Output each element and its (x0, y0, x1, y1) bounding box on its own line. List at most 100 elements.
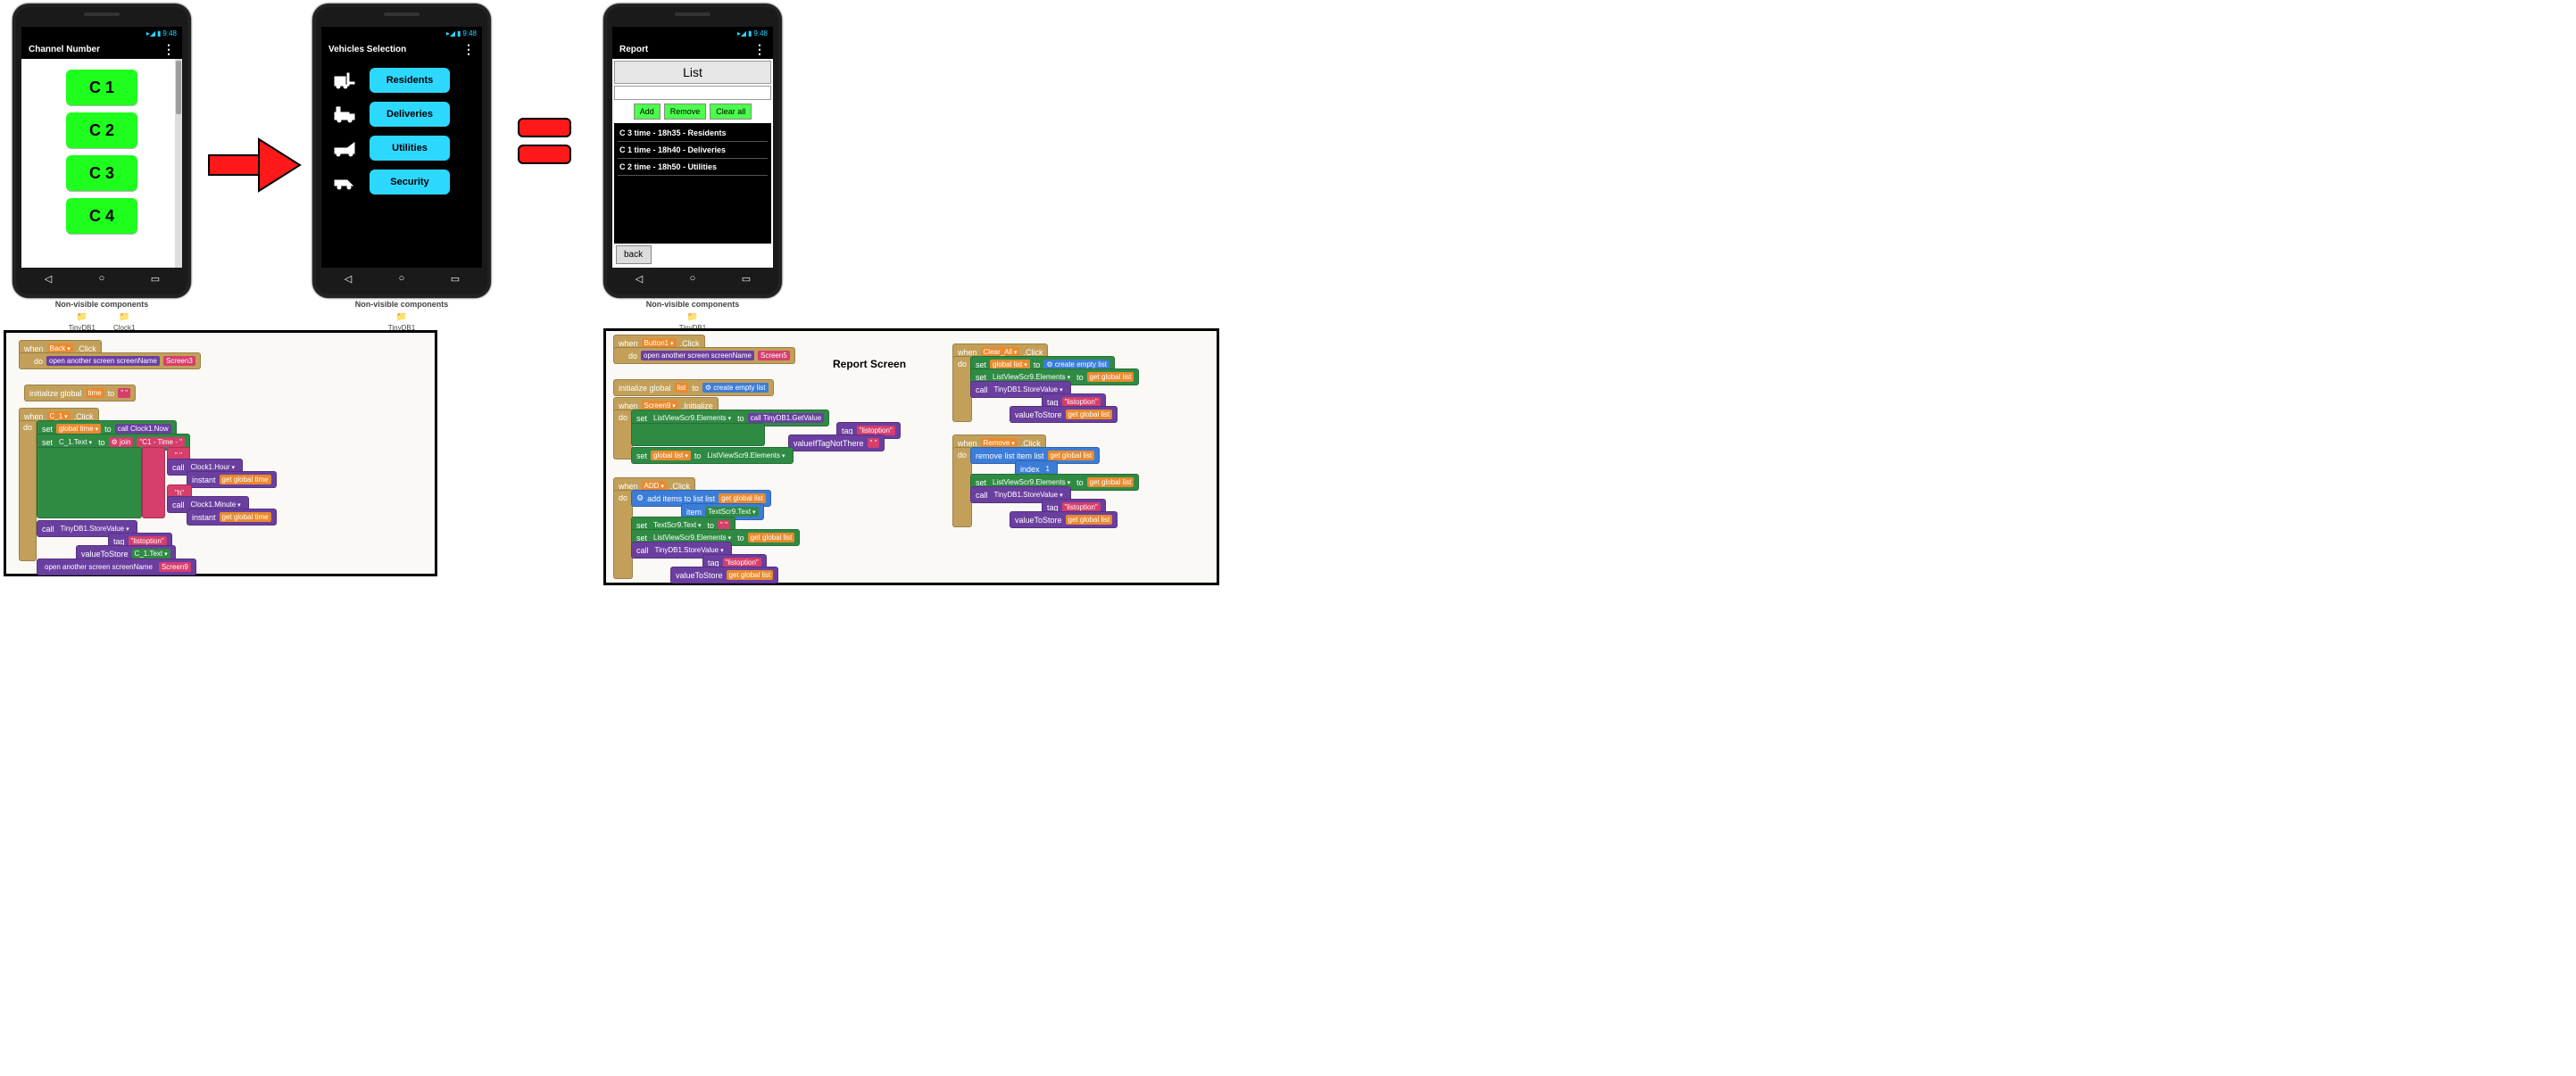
blk-vts3[interactable]: valueToStore get global list (1010, 406, 1118, 423)
kw-vts: valueToStore (81, 550, 129, 559)
kw-to: to (1076, 373, 1084, 382)
blk-do-open5[interactable]: do open another screen screenName Screen… (613, 347, 795, 364)
blk-do-openscreen[interactable]: do open another screen screenName Screen… (19, 352, 201, 369)
blk-vint[interactable]: valueIfTagNotThere " " (788, 435, 885, 451)
pill-openscreen: open another screen screenName (46, 356, 160, 366)
pill-txtscr[interactable]: TextScr9.Text (705, 507, 759, 517)
channel-btn-c4[interactable]: C 4 (66, 198, 137, 234)
blk-init-global-list[interactable]: initialize global list to ⚙ create empty… (613, 379, 774, 396)
pill-lvelems[interactable]: ListViewScr9.Elements (704, 451, 787, 460)
kw-click: .Click (670, 482, 690, 491)
kw-set: set (636, 534, 647, 542)
blk-set-gl-lvelems[interactable]: set global list to ListViewScr9.Elements (631, 447, 794, 464)
blk-instant1[interactable]: instant get global time (187, 471, 277, 488)
kw-set: set (976, 373, 986, 382)
nav-back-icon[interactable] (630, 273, 648, 285)
list-item[interactable]: C 2 time - 18h50 - Utilities (618, 159, 768, 176)
btn-add[interactable]: Add (634, 103, 661, 120)
kw-when: when (619, 401, 638, 410)
kw-init-evt: .Initialize (682, 401, 713, 410)
blk-open-screen9[interactable]: open another screen screenName Screen9 (37, 559, 196, 575)
pill-screen5: Screen5 (758, 351, 790, 360)
red-pill-1 (518, 118, 571, 137)
kw-call: call (172, 463, 185, 472)
blk-do-remove[interactable]: do (952, 447, 972, 527)
pill-c1text[interactable]: C_1.Text (56, 437, 95, 447)
btn-remove[interactable]: Remove (664, 103, 707, 120)
kw-click: .Click (77, 344, 96, 353)
kw-do: do (958, 360, 967, 368)
kw-tag: tag (1047, 398, 1059, 407)
btn-clear[interactable]: Clear all (710, 103, 752, 120)
kw-to: to (694, 451, 702, 460)
phone-speaker (384, 12, 420, 16)
blk-init-global-time[interactable]: initialize global time to " " (24, 385, 136, 401)
kw-set: set (976, 478, 986, 487)
nav-recent-icon[interactable] (737, 273, 755, 285)
pill-callgv: call TinyDB1.GetValue (748, 413, 824, 423)
nav-home-icon[interactable] (393, 273, 411, 284)
kw-click: .Click (1023, 348, 1043, 357)
kw-when: when (958, 348, 977, 357)
nav-back-icon[interactable] (339, 273, 357, 285)
pill-empty: " " (118, 388, 130, 398)
kw-do: do (23, 423, 32, 432)
wifi-icon: ▸◢ (737, 29, 746, 37)
scrollbar[interactable] (175, 59, 182, 268)
pill-lv[interactable]: ListViewScr9.Elements (651, 413, 734, 423)
channel-btn-c3[interactable]: C 3 (66, 155, 137, 191)
list-item[interactable]: C 1 time - 18h40 - Deliveries (618, 142, 768, 159)
kw-call: call (976, 491, 988, 500)
kw-to: to (104, 425, 112, 434)
pill-screen3: Screen3 (163, 356, 195, 366)
overflow-menu-icon[interactable]: ⋮ (162, 43, 175, 55)
btn-back[interactable]: back (616, 245, 652, 264)
blk-do-row[interactable]: do (19, 420, 37, 561)
kw-set: set (976, 360, 986, 369)
btn-utilities[interactable]: Utilities (370, 136, 450, 161)
kw-call: call (976, 385, 988, 394)
blk-do-clear[interactable]: do (952, 356, 972, 422)
kw-vts: valueToStore (676, 571, 723, 580)
battery-icon: ▮ (457, 29, 461, 37)
kw-when: when (619, 339, 638, 348)
pill-getgl-r3: get global list (1066, 515, 1113, 525)
blk-do-s9[interactable]: do (613, 410, 633, 459)
blk-vts2[interactable]: valueToStore get global list (670, 567, 778, 584)
delivery-icon (332, 104, 357, 124)
nav-home-icon[interactable] (684, 273, 702, 284)
blk-vts4[interactable]: valueToStore get global list (1010, 511, 1118, 528)
blk-do-add[interactable]: do (613, 490, 633, 579)
pill-globaltime[interactable]: global time (56, 424, 101, 434)
pill-getgl: get global list (719, 493, 766, 503)
channel-btn-c1[interactable]: C 1 (66, 70, 137, 105)
nav-home-icon[interactable] (93, 273, 111, 284)
kw-when: when (24, 344, 44, 353)
kw-to: to (708, 521, 715, 530)
list-item[interactable]: C 3 time - 18h35 - Residents (618, 125, 768, 142)
kw-vint: valueIfTagNotThere (794, 439, 864, 448)
pill-gl[interactable]: global list (651, 451, 691, 460)
overflow-menu-icon[interactable]: ⋮ (753, 43, 766, 55)
btn-residents[interactable]: Residents (370, 68, 450, 93)
btn-deliveries[interactable]: Deliveries (370, 102, 450, 127)
kw-vts: valueToStore (1015, 410, 1062, 419)
forklift-icon (332, 70, 357, 90)
phone-report: ▸◢ ▮ 9:48 Report ⋮ List Add Remove Clear… (603, 4, 782, 298)
kw-to: to (1034, 360, 1041, 369)
status-bar: ▸◢ ▮ 9:48 (612, 27, 773, 39)
kw-vts: valueToStore (1015, 516, 1062, 525)
pill-emptytext: " " (868, 438, 880, 448)
pill-getgl-r: get global list (1048, 451, 1095, 460)
pill-c1text2[interactable]: C_1.Text (132, 549, 170, 559)
pill-getgt2: get global time (220, 512, 271, 522)
nav-recent-icon[interactable] (446, 273, 464, 285)
btn-security[interactable]: Security (370, 170, 450, 195)
nav-back-icon[interactable] (39, 273, 57, 285)
pill-getgl-e2: get global list (1066, 410, 1113, 419)
blk-instant2[interactable]: instant get global time (187, 509, 277, 526)
nav-recent-icon[interactable] (146, 273, 164, 285)
overflow-menu-icon[interactable]: ⋮ (462, 43, 475, 55)
report-input[interactable] (614, 86, 771, 100)
channel-btn-c2[interactable]: C 2 (66, 112, 137, 148)
